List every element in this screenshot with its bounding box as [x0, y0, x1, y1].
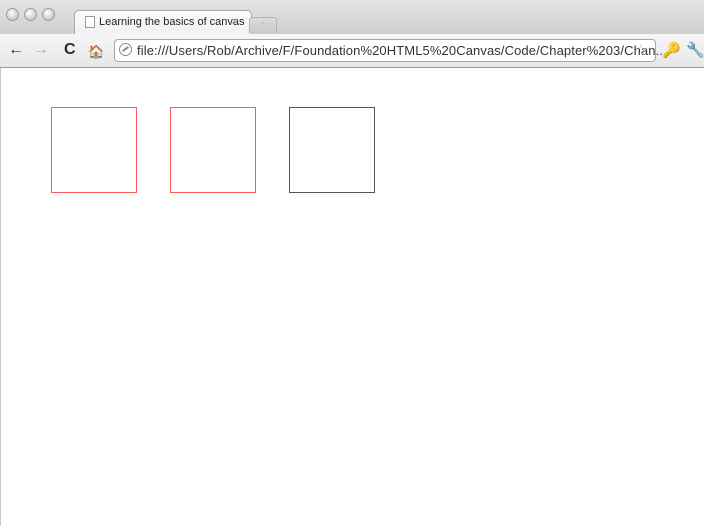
close-window-icon[interactable] — [6, 8, 19, 21]
bookmark-star-icon[interactable]: ☆ — [634, 41, 647, 59]
minimize-window-icon[interactable] — [24, 8, 37, 21]
home-button[interactable]: 🏠 — [88, 43, 104, 61]
back-button[interactable]: ← — [8, 41, 24, 59]
page-menu-icon[interactable]: 🔑 — [662, 41, 681, 59]
canvas-square — [170, 107, 256, 193]
wrench-icon[interactable]: 🔧 — [686, 41, 704, 59]
zoom-window-icon[interactable] — [42, 8, 55, 21]
page-favicon-icon — [85, 16, 95, 28]
reload-button[interactable]: C — [64, 41, 76, 59]
canvas-square — [289, 107, 375, 193]
tab-close-icon[interactable]: × — [231, 14, 238, 28]
canvas-square — [51, 107, 137, 193]
toolbar: ← → C 🏠 file:///Users/Rob/Archive/F/Foun… — [0, 34, 704, 68]
tab-strip: Learning the basics of canvas × + — [0, 0, 704, 34]
tab-active[interactable]: Learning the basics of canvas × — [74, 10, 252, 34]
tab-title: Learning the basics of canvas — [99, 16, 245, 28]
new-tab-button[interactable]: + — [249, 17, 277, 33]
browser-window: Learning the basics of canvas × + ← → C … — [0, 0, 704, 526]
page-content — [0, 68, 704, 526]
url-text[interactable]: file:///Users/Rob/Archive/F/Foundation%2… — [137, 43, 667, 58]
address-bar[interactable]: file:///Users/Rob/Archive/F/Foundation%2… — [114, 39, 667, 62]
forward-button[interactable]: → — [33, 41, 49, 59]
globe-icon — [119, 43, 132, 56]
